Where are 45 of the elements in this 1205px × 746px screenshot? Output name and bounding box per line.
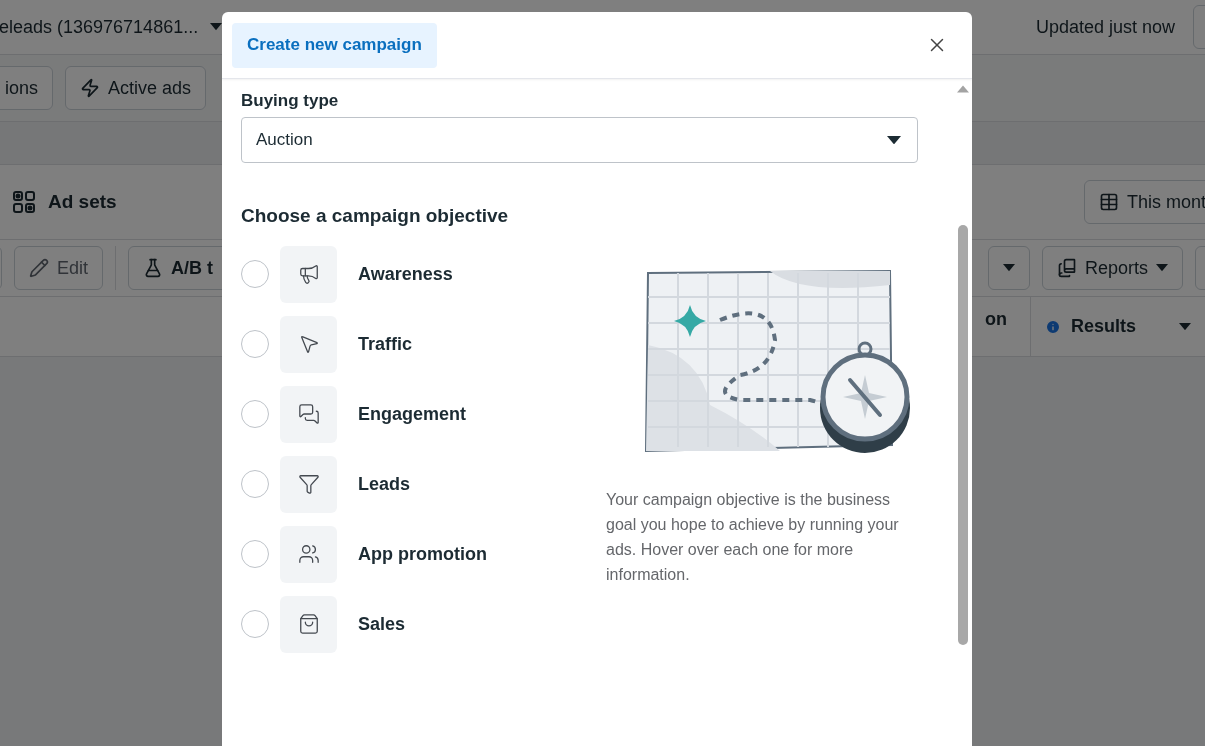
bag-icon (297, 613, 320, 635)
scroll-up-icon[interactable] (957, 85, 969, 93)
objective-label[interactable]: Leads (358, 473, 411, 495)
date-range-button[interactable]: This mont (1083, 180, 1205, 224)
column-header[interactable]: Results (1071, 316, 1137, 337)
caret-icon (1156, 264, 1168, 272)
caret-icon (210, 23, 223, 31)
column-header: on (985, 309, 1008, 330)
dialog-tab[interactable]: Create new campaign (232, 22, 437, 68)
account-selector[interactable]: eleads (136976714861... (0, 16, 199, 38)
grid-icon (12, 190, 36, 214)
field-label: Buying type (241, 91, 340, 111)
caret-icon (887, 135, 901, 145)
radio-button[interactable] (241, 610, 269, 638)
scrollbar-thumb[interactable] (958, 225, 968, 645)
reports-icon (1056, 258, 1077, 278)
objective-description: Your campaign objective is the business goal you hope to achieve by running your ads. Hover over each one for more information. (606, 490, 900, 585)
chat-bubbles-icon (297, 403, 320, 425)
objective-label[interactable]: Sales (358, 613, 406, 635)
radio-button[interactable] (241, 400, 269, 428)
funnel-icon (297, 473, 320, 495)
section-heading: Choose a campaign objective (241, 205, 510, 227)
filter-button[interactable]: ions (0, 66, 54, 110)
radio-button[interactable] (241, 540, 269, 568)
radio-button[interactable] (241, 330, 269, 358)
people-icon (297, 543, 320, 565)
info-icon (1045, 318, 1061, 335)
caret-icon (1002, 264, 1015, 272)
dropdown-button[interactable] (987, 246, 1030, 290)
objective-label[interactable]: App promotion (358, 543, 487, 565)
buying-type-select[interactable]: Auction (241, 117, 918, 163)
radio-button[interactable] (241, 260, 269, 288)
radio-button[interactable] (241, 470, 269, 498)
megaphone-icon (297, 263, 320, 285)
objective-label[interactable]: Awareness (358, 263, 453, 285)
update-status: Updated just now (1035, 16, 1175, 38)
reports-button[interactable]: Reports (1041, 246, 1183, 290)
level-tab[interactable]: Ad sets (48, 191, 117, 213)
lightning-icon (80, 78, 101, 98)
pencil-icon (29, 258, 49, 278)
objective-label[interactable]: Traffic (358, 333, 413, 355)
edit-button[interactable]: Edit (14, 246, 104, 290)
objective-label[interactable]: Engagement (358, 403, 467, 425)
filter-button[interactable]: Active ads (65, 66, 207, 110)
caret-icon (1179, 322, 1191, 331)
